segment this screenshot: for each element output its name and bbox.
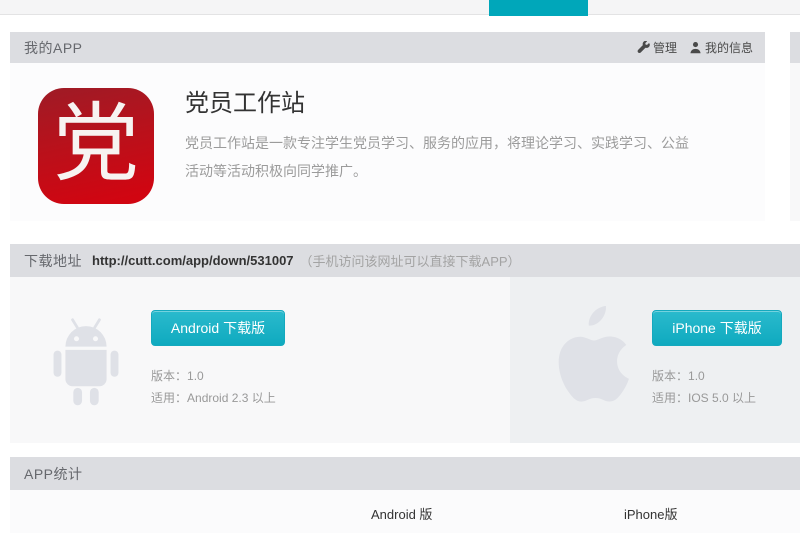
stats-panel-title: APP统计 [24,464,83,484]
app-info: 党员工作站 党员工作站是一款专注学生党员学习、服务的应用，将理论学习、实践学习、… [185,89,691,185]
iphone-meta: 版本：1.0 适用：IOS 5.0 以上 [652,365,756,409]
iphone-version-value: 1.0 [688,369,705,383]
manage-link[interactable]: 管理 [637,39,677,56]
iphone-compat-label: 适用： [652,391,688,405]
my-app-panel: 我的APP 管理 [10,32,765,221]
my-info-link[interactable]: 我的信息 [689,39,753,56]
top-nav-bar [0,0,800,15]
manage-label: 管理 [653,39,677,56]
android-download-area: Android 下载版 版本：1.0 适用：Android 2.3 以上 [10,277,510,443]
stats-column-iphone: iPhone版 [624,504,677,523]
app-name: 党员工作站 [185,89,691,119]
wrench-icon [637,41,650,54]
iphone-download-button[interactable]: iPhone 下载版 [652,310,782,346]
download-body: Android 下载版 版本：1.0 适用：Android 2.3 以上 iPh… [10,277,800,443]
iphone-version-row: 版本：1.0 [652,365,756,387]
iphone-compat-row: 适用：IOS 5.0 以上 [652,387,756,409]
iphone-version-label: 版本： [652,369,688,383]
android-download-button[interactable]: Android 下载版 [151,310,285,346]
android-version-row: 版本：1.0 [151,365,276,387]
app-icon: 党 [38,88,154,204]
stats-panel: APP统计 Android 版 iPhone版 [10,457,800,533]
iphone-download-area: iPhone 下载版 版本：1.0 适用：IOS 5.0 以上 [510,277,800,443]
user-icon [689,41,702,54]
stats-column-android: Android 版 [371,504,432,523]
android-compat-label: 适用： [151,391,187,405]
my-app-panel-header: 我的APP 管理 [10,32,765,63]
page: 我的APP 管理 [0,0,800,533]
stats-table-header-row: Android 版 iPhone版 [10,490,800,533]
download-url-note: （手机访问该网址可以直接下载APP） [300,251,521,270]
stats-panel-header: APP统计 [10,457,800,490]
download-url[interactable]: http://cutt.com/app/down/531007 [92,253,294,268]
android-meta: 版本：1.0 适用：Android 2.3 以上 [151,365,276,409]
android-version-label: 版本： [151,369,187,383]
right-panel-sliver [790,32,800,221]
android-version-value: 1.0 [187,369,204,383]
iphone-compat-value: IOS 5.0 以上 [688,391,756,405]
apple-icon [548,305,633,416]
right-panel-sliver-header [790,32,800,63]
my-app-panel-title: 我的APP [24,38,83,58]
my-app-body: 党 党员工作站 党员工作站是一款专注学生党员学习、服务的应用，将理论学习、实践学… [10,63,765,221]
right-panel-sliver-body [790,63,800,221]
active-nav-tab[interactable] [489,0,588,16]
download-panel: 下载地址 http://cutt.com/app/down/531007 （手机… [10,244,800,443]
app-description: 党员工作站是一款专注学生党员学习、服务的应用，将理论学习、实践学习、公益活动等活… [185,129,691,185]
app-icon-glyph: 党 [53,101,139,187]
my-info-label: 我的信息 [705,39,753,56]
android-compat-row: 适用：Android 2.3 以上 [151,387,276,409]
android-compat-value: Android 2.3 以上 [187,391,276,405]
header-actions: 管理 我的信息 [637,32,753,63]
download-panel-header: 下载地址 http://cutt.com/app/down/531007 （手机… [10,244,800,277]
android-robot-icon [46,315,126,415]
download-panel-title: 下载地址 [24,251,82,271]
